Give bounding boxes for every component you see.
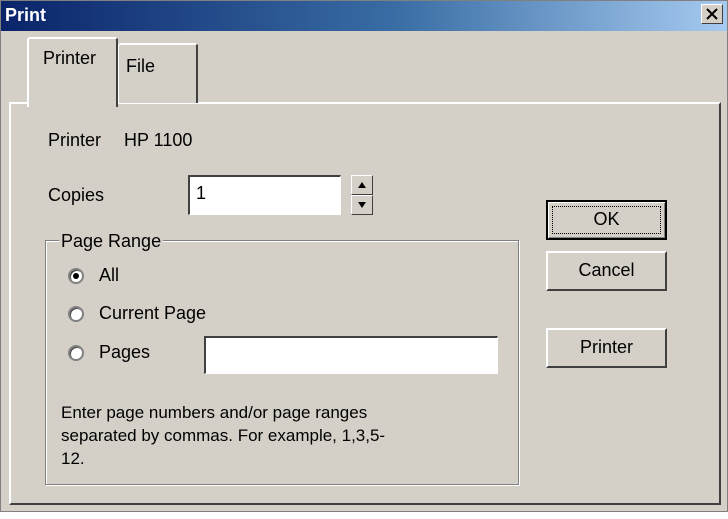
close-icon [706, 8, 718, 20]
tab-file[interactable]: File [118, 43, 198, 103]
printer-name: HP 1100 [124, 130, 193, 150]
radio-all-label: All [99, 265, 120, 285]
print-dialog: Print Printer File Printer HP 1100 Copie… [0, 0, 728, 512]
radio-pages-label: Pages [99, 342, 151, 362]
radio-current-page[interactable] [68, 306, 84, 322]
window-title: Print [5, 5, 47, 25]
ok-button-label: OK [593, 209, 620, 229]
copies-input[interactable]: 1 [188, 175, 341, 215]
down-arrow-icon [358, 202, 366, 208]
copies-value: 1 [196, 183, 207, 203]
tab-printer-label: Printer [43, 48, 97, 68]
printer-button-label: Printer [579, 337, 633, 357]
pages-input[interactable] [204, 336, 498, 374]
radio-selected-dot [73, 273, 79, 279]
title-bar[interactable]: Print [1, 1, 727, 31]
copies-label: Copies [48, 185, 105, 205]
spin-up-button[interactable] [351, 175, 373, 195]
tab-printer[interactable]: Printer [27, 37, 118, 107]
ok-button[interactable]: OK [546, 200, 667, 240]
up-arrow-icon [358, 182, 366, 188]
page-range-legend: Page Range [59, 231, 164, 252]
cancel-button-label: Cancel [578, 260, 635, 280]
radio-pages[interactable] [68, 345, 84, 361]
copies-spinner[interactable] [351, 175, 373, 215]
radio-all[interactable] [68, 268, 84, 284]
tab-file-label: File [126, 56, 156, 76]
cancel-button[interactable]: Cancel [546, 251, 667, 291]
spin-down-button[interactable] [351, 195, 373, 215]
radio-current-page-label: Current Page [99, 303, 207, 323]
page-range-help-text: Enter page numbers and/or page ranges se… [61, 403, 386, 468]
printer-button[interactable]: Printer [546, 328, 667, 368]
close-button[interactable] [701, 4, 723, 24]
printer-label: Printer [48, 130, 102, 150]
